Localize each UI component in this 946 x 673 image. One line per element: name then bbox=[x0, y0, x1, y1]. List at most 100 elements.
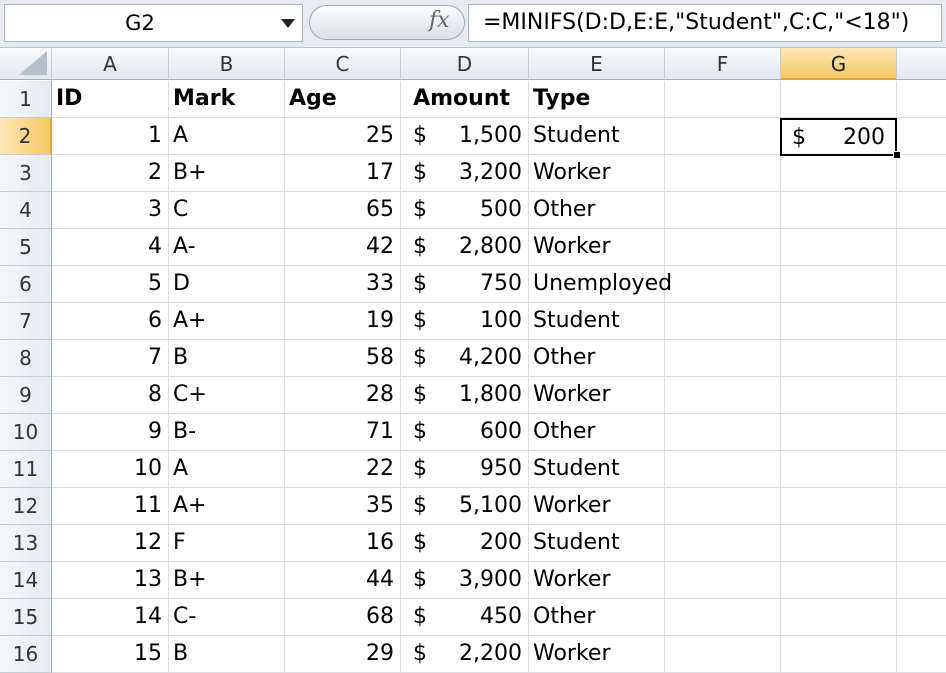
row-header[interactable]: 6 bbox=[0, 266, 52, 303]
grid-cell-empty[interactable] bbox=[781, 414, 897, 451]
grid-cell[interactable]: Worker bbox=[529, 229, 665, 266]
grid-cell[interactable]: Student bbox=[529, 118, 665, 155]
grid-cell[interactable]: F bbox=[169, 525, 285, 562]
grid-cell-empty[interactable] bbox=[665, 377, 781, 414]
grid-cell[interactable]: Other bbox=[529, 192, 665, 229]
grid-cell-empty[interactable] bbox=[665, 562, 781, 599]
grid-cell[interactable]: A- bbox=[169, 229, 285, 266]
grid-cell-empty[interactable] bbox=[897, 266, 946, 303]
grid-cell[interactable]: 33 bbox=[285, 266, 401, 303]
grid-cell[interactable]: 500 $ bbox=[401, 192, 529, 229]
grid-cell-empty[interactable] bbox=[897, 599, 946, 636]
grid-cell[interactable]: C- bbox=[169, 599, 285, 636]
grid-cell[interactable]: B+ bbox=[169, 155, 285, 192]
grid-cell[interactable]: 28 bbox=[285, 377, 401, 414]
grid-cell[interactable]: A bbox=[169, 118, 285, 155]
grid-cell[interactable]: 5,100 $ bbox=[401, 488, 529, 525]
grid-cell[interactable]: 950 $ bbox=[401, 451, 529, 488]
grid-cell-empty[interactable] bbox=[665, 192, 781, 229]
active-cell-g2[interactable]: $ 200 bbox=[780, 118, 897, 156]
grid-cell-empty[interactable] bbox=[897, 525, 946, 562]
grid-cell[interactable]: Age bbox=[285, 81, 401, 118]
grid-cell[interactable]: Amount bbox=[401, 81, 529, 118]
grid-cell[interactable]: ID bbox=[52, 81, 169, 118]
grid-cell[interactable]: B+ bbox=[169, 562, 285, 599]
column-header-c[interactable]: C bbox=[285, 48, 401, 80]
grid-cell-empty[interactable] bbox=[897, 451, 946, 488]
grid-cell[interactable]: 17 bbox=[285, 155, 401, 192]
grid-cell[interactable]: B bbox=[169, 340, 285, 377]
grid-cell[interactable]: 8 bbox=[52, 377, 169, 414]
grid-cell[interactable]: B- bbox=[169, 414, 285, 451]
grid-cell[interactable]: Student bbox=[529, 525, 665, 562]
grid-cell-empty[interactable] bbox=[897, 488, 946, 525]
grid-cell-empty[interactable] bbox=[665, 303, 781, 340]
grid-cell[interactable]: 13 bbox=[52, 562, 169, 599]
grid-cell-empty[interactable] bbox=[781, 266, 897, 303]
grid-cell-empty[interactable] bbox=[897, 192, 946, 229]
grid-cell[interactable]: 1,500 $ bbox=[401, 118, 529, 155]
column-header-d[interactable]: D bbox=[401, 48, 529, 80]
row-header[interactable]: 7 bbox=[0, 303, 52, 340]
grid-cell[interactable]: 3 bbox=[52, 192, 169, 229]
column-header-f[interactable]: F bbox=[665, 48, 781, 80]
fx-icon[interactable]: fx bbox=[429, 8, 450, 33]
chevron-down-icon[interactable] bbox=[281, 19, 295, 28]
grid-cell-empty[interactable] bbox=[665, 488, 781, 525]
row-header[interactable]: 10 bbox=[0, 414, 52, 451]
grid-cell[interactable]: 42 bbox=[285, 229, 401, 266]
select-all-button[interactable] bbox=[0, 48, 52, 80]
grid-cell[interactable]: Worker bbox=[529, 562, 665, 599]
row-header[interactable]: 3 bbox=[0, 155, 52, 192]
formula-input[interactable]: =MINIFS(D:D,E:E,"Student",C:C,"<18") bbox=[468, 4, 942, 42]
grid-cell[interactable]: 11 bbox=[52, 488, 169, 525]
grid-cell[interactable]: 14 bbox=[52, 599, 169, 636]
grid-cell[interactable]: 12 bbox=[52, 525, 169, 562]
grid-cell[interactable]: Other bbox=[529, 599, 665, 636]
grid-cell[interactable]: 1 bbox=[52, 118, 169, 155]
grid-cell-empty[interactable] bbox=[665, 340, 781, 377]
column-header-g[interactable]: G bbox=[781, 48, 897, 80]
grid-cell[interactable]: Student bbox=[529, 303, 665, 340]
grid-cell-empty[interactable] bbox=[781, 377, 897, 414]
grid-cell-empty[interactable] bbox=[665, 414, 781, 451]
row-header[interactable]: 15 bbox=[0, 599, 52, 636]
name-box[interactable]: G2 bbox=[4, 4, 303, 42]
grid-cell[interactable]: 4,200 $ bbox=[401, 340, 529, 377]
grid-cell[interactable]: 2,800 $ bbox=[401, 229, 529, 266]
grid-cell-empty[interactable] bbox=[897, 414, 946, 451]
grid-cell[interactable]: Worker bbox=[529, 488, 665, 525]
grid-cell[interactable]: 100 $ bbox=[401, 303, 529, 340]
row-header[interactable]: 1 bbox=[0, 81, 52, 118]
grid-cell-empty[interactable] bbox=[781, 303, 897, 340]
row-header[interactable]: 5 bbox=[0, 229, 52, 266]
grid-cell-empty[interactable] bbox=[665, 81, 781, 118]
column-header-h[interactable] bbox=[897, 48, 946, 80]
grid-cell[interactable]: 7 bbox=[52, 340, 169, 377]
grid-cell[interactable]: 2 bbox=[52, 155, 169, 192]
row-header[interactable]: 12 bbox=[0, 488, 52, 525]
grid-cell-empty[interactable] bbox=[781, 340, 897, 377]
grid-cell-empty[interactable] bbox=[897, 562, 946, 599]
grid-cell[interactable]: A+ bbox=[169, 488, 285, 525]
grid-cell-empty[interactable] bbox=[781, 562, 897, 599]
grid-cell-empty[interactable] bbox=[897, 229, 946, 266]
grid-cell-empty[interactable] bbox=[665, 525, 781, 562]
column-header-a[interactable]: A bbox=[52, 48, 169, 80]
grid-cell[interactable]: Unemployed bbox=[529, 266, 672, 303]
grid-cell-empty[interactable] bbox=[665, 155, 781, 192]
grid-cell[interactable]: 200 $ bbox=[401, 525, 529, 562]
fill-handle[interactable] bbox=[893, 151, 901, 159]
grid-cell[interactable]: A bbox=[169, 451, 285, 488]
grid-cell-empty[interactable] bbox=[781, 155, 897, 192]
grid-cell[interactable]: 5 bbox=[52, 266, 169, 303]
grid-cell[interactable]: 3,200 $ bbox=[401, 155, 529, 192]
grid-cell[interactable]: 65 bbox=[285, 192, 401, 229]
grid-cell-empty[interactable] bbox=[897, 340, 946, 377]
grid-cell-empty[interactable] bbox=[781, 81, 897, 118]
grid-cell-empty[interactable] bbox=[781, 192, 897, 229]
grid-cell-empty[interactable] bbox=[665, 599, 781, 636]
grid-cell[interactable]: 450 $ bbox=[401, 599, 529, 636]
grid-cell[interactable]: 1,800 $ bbox=[401, 377, 529, 414]
row-header[interactable]: 11 bbox=[0, 451, 52, 488]
